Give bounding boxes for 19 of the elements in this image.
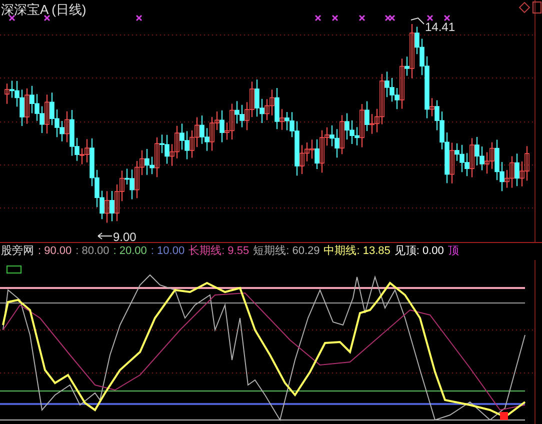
legend-item: : 20.00 — [113, 246, 147, 257]
arrow-icon — [98, 232, 112, 240]
legend-item: 短期线: 60.29 — [253, 246, 320, 257]
legend-item: 长期线: 9.55 — [188, 246, 250, 257]
box-icon — [6, 266, 22, 274]
legend-item: : 90.00 — [38, 246, 72, 257]
square-icon — [532, 2, 542, 14]
legend-item: : 10.00 — [150, 246, 185, 257]
pointer-icon — [410, 17, 424, 24]
low-price-label: 9.00 — [113, 229, 136, 246]
legend-item: 中期线: 13.85 — [324, 246, 390, 257]
legend-item: 股旁网 — [1, 246, 34, 257]
signal-marker — [500, 412, 508, 420]
high-price-label: 14.41 — [425, 19, 456, 36]
legend-item: : 80.00 — [76, 246, 110, 257]
diamond-icon — [518, 2, 530, 14]
chart-title: 深深宝A (日线) — [1, 1, 86, 19]
legend-item: 见顶: 0.00 — [394, 246, 444, 257]
legend-item: 顶 — [448, 246, 459, 257]
